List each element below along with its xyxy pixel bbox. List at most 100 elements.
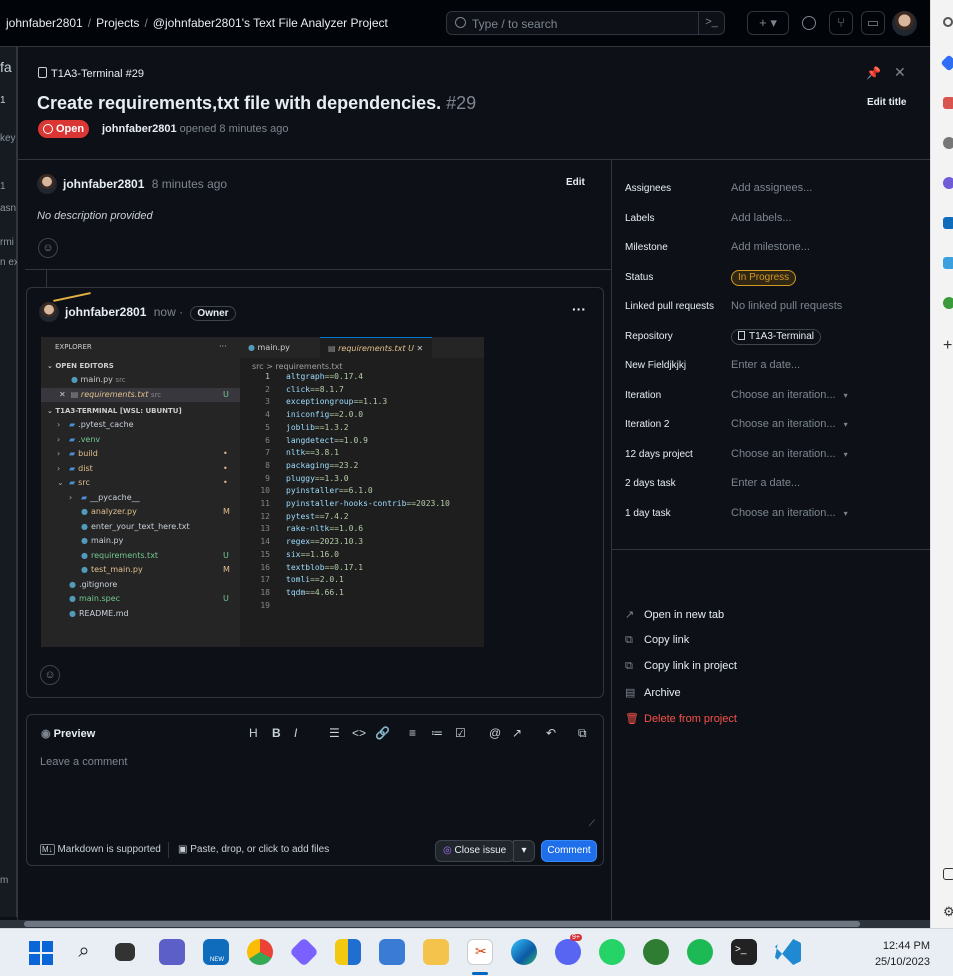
task-view-icon[interactable] bbox=[115, 943, 135, 961]
spotify-icon[interactable] bbox=[687, 939, 713, 965]
inbox-icon[interactable]: ▭ bbox=[861, 11, 885, 35]
copy-link-button[interactable]: ⧉ Copy link bbox=[625, 634, 689, 647]
drop-icon[interactable] bbox=[943, 257, 953, 269]
games-icon[interactable] bbox=[943, 177, 953, 189]
code-icon[interactable]: <> bbox=[352, 726, 366, 740]
tree-icon[interactable] bbox=[943, 297, 953, 309]
field-value[interactable]: Add assignees... bbox=[731, 182, 812, 194]
close-issue-options-button[interactable]: ▾ bbox=[513, 840, 535, 862]
vscode-icon[interactable] bbox=[775, 939, 801, 965]
fullscreen-icon[interactable]: ⧉ bbox=[578, 726, 587, 741]
preview-tab[interactable]: ◉ Preview bbox=[41, 727, 95, 740]
start-icon[interactable] bbox=[27, 939, 53, 965]
delete-button[interactable]: 🗑 Delete from project bbox=[625, 712, 737, 725]
close-icon[interactable]: ✕ bbox=[894, 64, 906, 81]
package-name: pyinstaller bbox=[286, 486, 339, 496]
add-reaction-icon[interactable]: ☺ bbox=[38, 238, 58, 258]
file-name: .venv bbox=[78, 434, 101, 444]
reference-icon[interactable]: ↗ bbox=[512, 726, 522, 740]
task-list-icon[interactable]: ☑ bbox=[455, 726, 466, 740]
file-explorer-icon[interactable] bbox=[423, 939, 449, 965]
line-number: 1 bbox=[265, 372, 270, 381]
search-icon[interactable]: ⌕ bbox=[71, 939, 97, 965]
edit-title-button[interactable]: Edit title bbox=[867, 97, 906, 108]
field-value[interactable]: Add milestone... bbox=[731, 241, 810, 253]
background-text-fragment: key bbox=[0, 133, 16, 144]
markdown-supported-link[interactable]: M↓ Markdown is supported bbox=[40, 844, 161, 855]
issues-icon[interactable] bbox=[797, 11, 821, 35]
field-value[interactable]: Add labels... bbox=[731, 212, 792, 224]
edge-icon[interactable] bbox=[511, 939, 537, 965]
horizontal-scrollbar[interactable] bbox=[0, 920, 930, 928]
repository-pill[interactable]: T1A3-Terminal bbox=[731, 328, 822, 345]
field-value[interactable]: No linked pull requests bbox=[731, 300, 842, 312]
field-value[interactable]: Choose an iteration... ▾ bbox=[731, 389, 848, 401]
editor-tab-active: ▤ requirements.txt U ✕ bbox=[320, 337, 432, 358]
field-value[interactable]: Choose an iteration... ▾ bbox=[731, 448, 848, 460]
comment-author: johnfaber2801 now · Owner bbox=[65, 305, 236, 321]
numbered-list-icon[interactable]: ≔ bbox=[431, 726, 443, 740]
add-icon[interactable]: + bbox=[943, 337, 952, 355]
resize-handle-icon[interactable]: ⟋ bbox=[589, 818, 595, 829]
kebab-menu-icon[interactable]: ··· bbox=[572, 301, 586, 317]
scrollbar-thumb[interactable] bbox=[24, 921, 860, 927]
power-bi-icon[interactable] bbox=[335, 939, 361, 965]
gear-icon[interactable]: ⚙ bbox=[943, 904, 953, 920]
snipping-tool-icon[interactable]: ✂ bbox=[467, 939, 493, 965]
teams-icon[interactable] bbox=[159, 939, 185, 965]
shopping-icon[interactable] bbox=[943, 97, 953, 109]
avatar[interactable] bbox=[39, 302, 59, 322]
link-icon[interactable]: 🔗 bbox=[375, 726, 390, 740]
field-value[interactable]: Choose an iteration... ▾ bbox=[731, 418, 848, 430]
archive-button[interactable]: ▤ Archive bbox=[625, 686, 681, 699]
copy-link-project-button[interactable]: ⧉ Copy link in project bbox=[625, 660, 737, 673]
copilot-icon[interactable] bbox=[289, 937, 319, 967]
italic-icon[interactable]: I bbox=[294, 726, 297, 740]
issue-reference[interactable]: T1A3-Terminal #29 bbox=[38, 67, 144, 80]
pin-icon[interactable]: 📌 bbox=[866, 66, 881, 80]
breadcrumb-projects[interactable]: Projects bbox=[96, 16, 139, 30]
chrome-icon[interactable] bbox=[247, 939, 273, 965]
bold-icon[interactable]: B bbox=[272, 726, 281, 740]
outlook-icon[interactable]: NEW bbox=[203, 939, 229, 965]
outlook-icon[interactable] bbox=[943, 217, 953, 229]
avatar[interactable] bbox=[892, 11, 917, 36]
search-input[interactable]: Type / to search >_ bbox=[446, 11, 725, 35]
store-icon[interactable] bbox=[379, 939, 405, 965]
breadcrumb-user[interactable]: johnfaber2801 bbox=[6, 16, 83, 30]
comment-author-link[interactable]: johnfaber2801 bbox=[63, 177, 144, 191]
bulleted-list-icon[interactable]: ≡ bbox=[409, 726, 416, 740]
mention-icon[interactable]: @ bbox=[489, 726, 501, 740]
edit-button[interactable]: Edit bbox=[566, 177, 585, 188]
copilot-icon[interactable] bbox=[940, 54, 953, 72]
field-value[interactable]: Choose an iteration... ▾ bbox=[731, 507, 848, 519]
field-value[interactable]: Enter a date... bbox=[731, 477, 800, 489]
profile-icon[interactable] bbox=[943, 137, 953, 149]
command-palette-icon[interactable]: >_ bbox=[698, 11, 724, 35]
comment-textarea[interactable]: Leave a comment ⟋ bbox=[35, 751, 597, 829]
comment-button[interactable]: Comment bbox=[541, 840, 597, 862]
heading-icon[interactable]: H bbox=[249, 726, 258, 740]
discord-icon[interactable]: 9+ bbox=[555, 934, 582, 965]
add-reaction-icon[interactable]: ☺ bbox=[40, 665, 60, 685]
field-value[interactable]: Enter a date... bbox=[731, 359, 800, 371]
open-new-tab-button[interactable]: ↗ Open in new tab bbox=[625, 608, 724, 621]
file-tree-item: ● enter_your_text_here.txt bbox=[41, 520, 240, 534]
lock-app-icon[interactable] bbox=[643, 939, 669, 965]
attach-files-button[interactable]: ▣ Paste, drop, or click to add files bbox=[178, 844, 329, 855]
breadcrumb-project[interactable]: @johnfaber2801's Text File Analyzer Proj… bbox=[153, 16, 388, 30]
search-icon[interactable] bbox=[943, 17, 953, 27]
terminal-icon[interactable]: >_ bbox=[731, 939, 757, 965]
issue-author-link[interactable]: johnfaber2801 bbox=[102, 123, 177, 135]
create-new-button[interactable]: + ▾ bbox=[747, 11, 789, 35]
sidebar-toggle-icon[interactable] bbox=[943, 868, 953, 880]
status-pill[interactable]: In Progress bbox=[731, 269, 797, 286]
avatar[interactable] bbox=[37, 174, 57, 194]
whatsapp-icon[interactable] bbox=[599, 939, 625, 965]
comment-author-link[interactable]: johnfaber2801 bbox=[65, 305, 146, 319]
pull-requests-icon[interactable]: ⑂ bbox=[829, 11, 853, 35]
system-clock[interactable]: 12:44 PM 25/10/2023 bbox=[862, 938, 930, 970]
close-issue-button[interactable]: ◎ Close issue bbox=[435, 840, 515, 862]
undo-icon[interactable]: ↶ bbox=[546, 726, 556, 740]
quote-icon[interactable]: ☰ bbox=[329, 726, 340, 740]
